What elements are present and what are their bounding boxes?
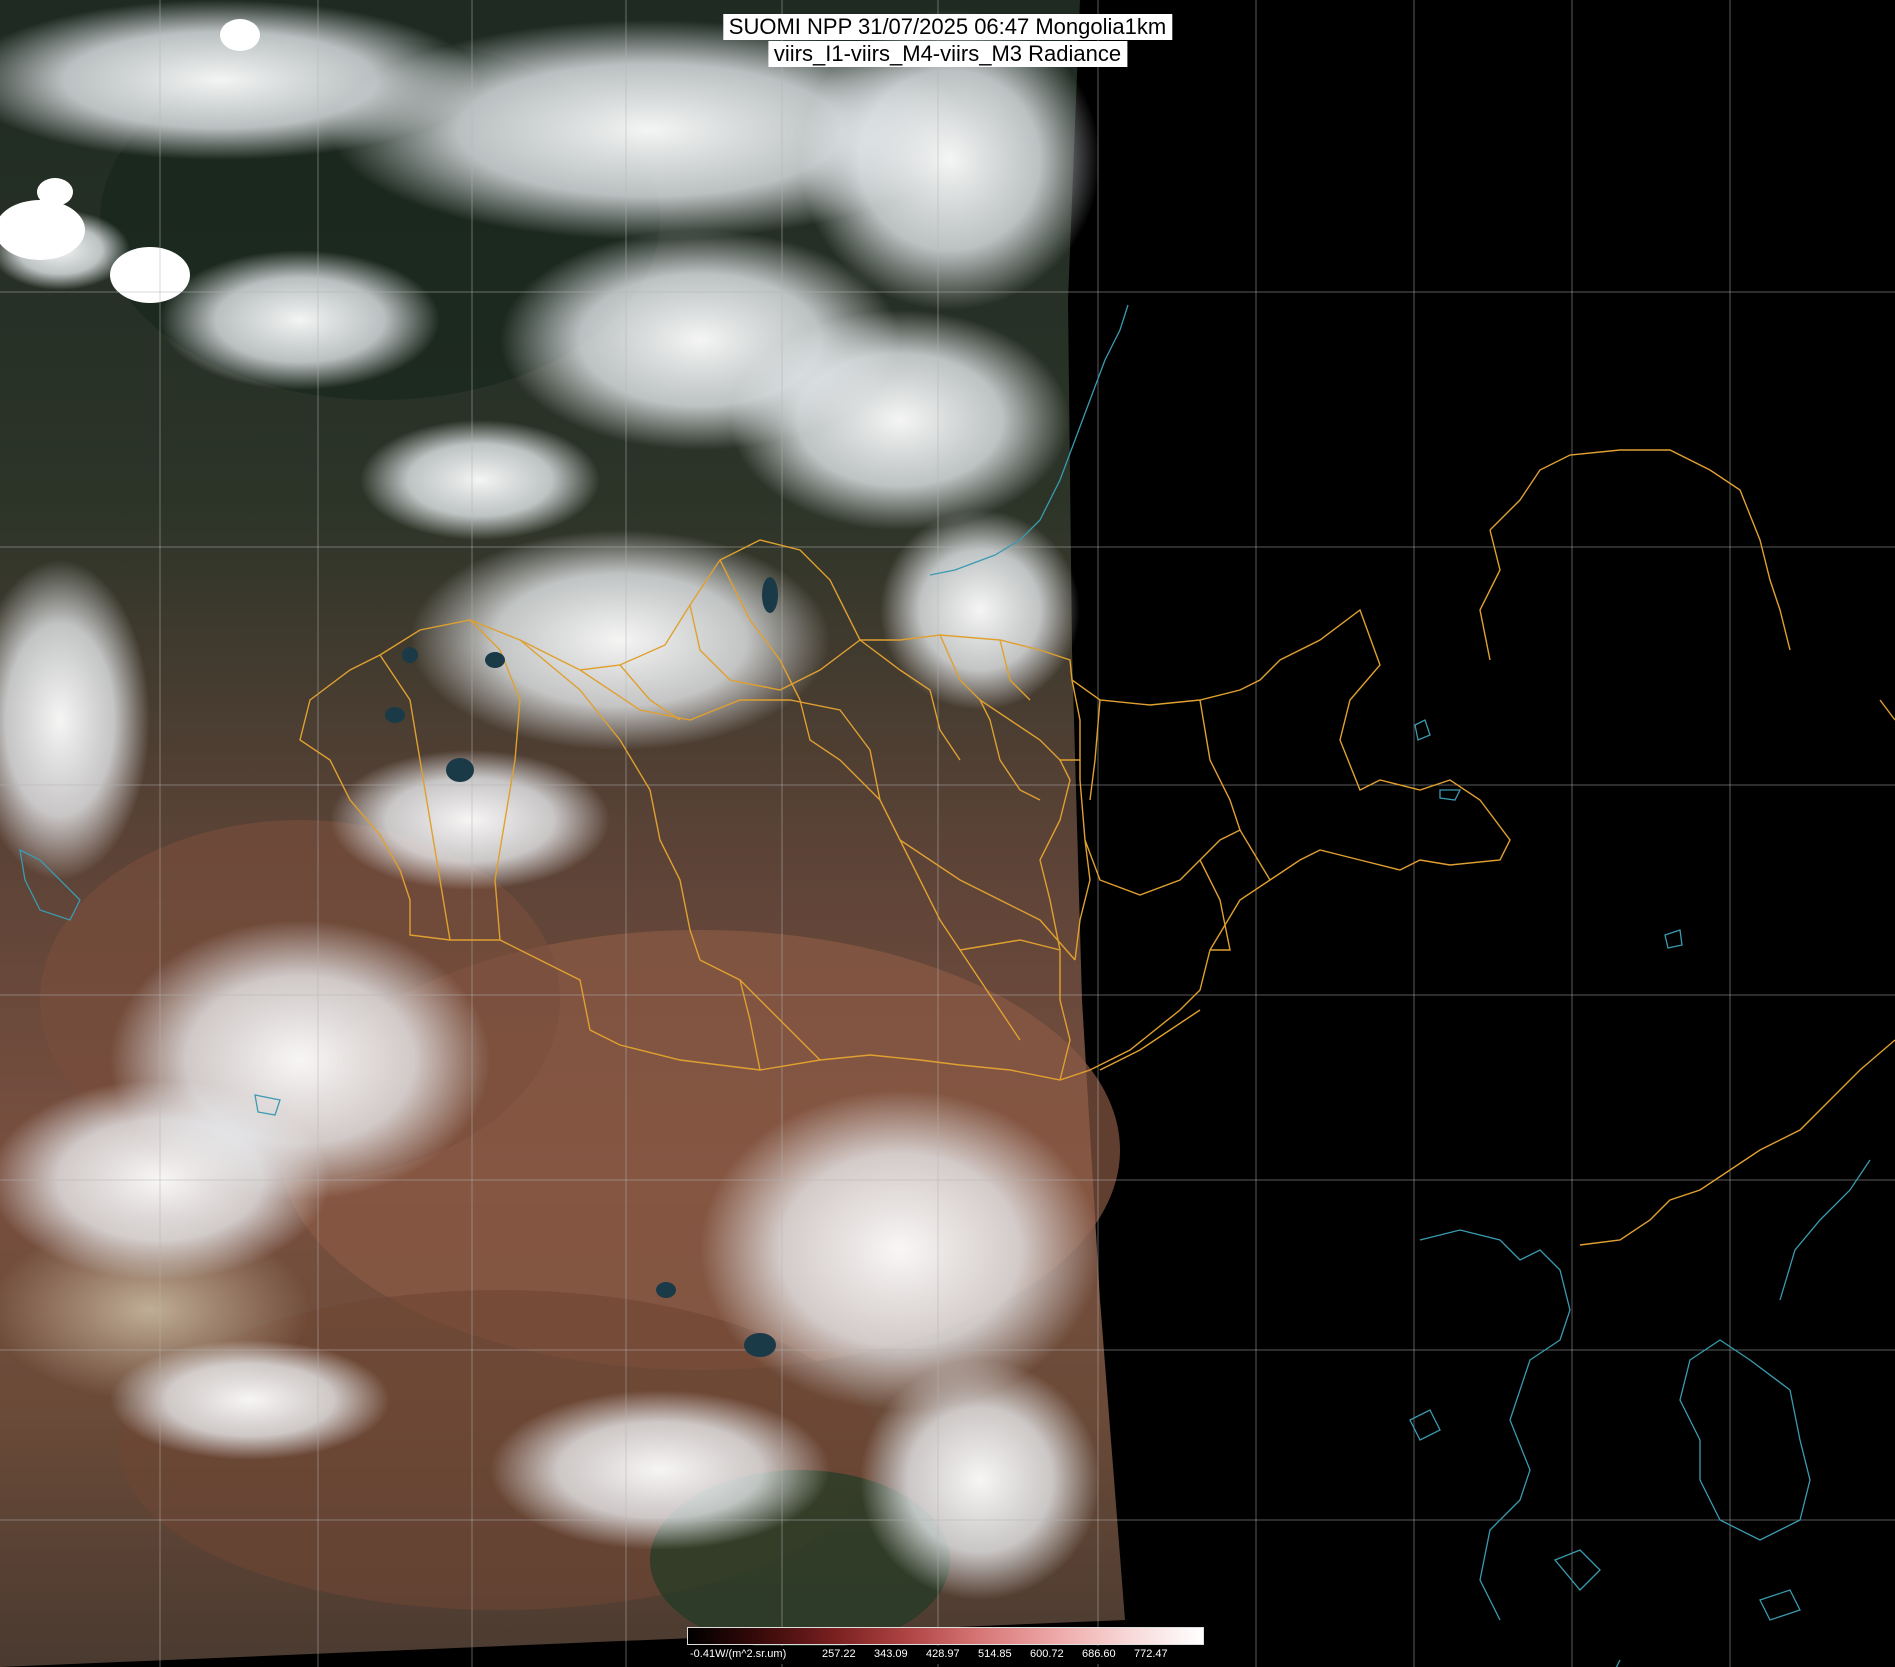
legend-color-bar (687, 1627, 1204, 1645)
legend-label: -0.41W/(m^2.sr.um) (690, 1648, 787, 1660)
legend-label: 343.09 (874, 1648, 908, 1660)
color-legend: -0.41W/(m^2.sr.um) 257.22 343.09 428.97 … (687, 1627, 1204, 1667)
legend-label: 686.60 (1082, 1648, 1116, 1660)
map-subtitle: viirs_I1-viirs_M4-viirs_M3 Radiance (767, 41, 1128, 67)
satellite-map (0, 0, 1895, 1667)
map-title: SUOMI NPP 31/07/2025 06:47 Mongolia1km (722, 14, 1173, 40)
legend-label: 257.22 (822, 1648, 856, 1660)
legend-label: 428.97 (926, 1648, 960, 1660)
legend-label: 600.72 (1030, 1648, 1064, 1660)
legend-label: 772.47 (1134, 1648, 1168, 1660)
legend-labels: -0.41W/(m^2.sr.um) 257.22 343.09 428.97 … (687, 1646, 1204, 1664)
legend-label: 514.85 (978, 1648, 1012, 1660)
